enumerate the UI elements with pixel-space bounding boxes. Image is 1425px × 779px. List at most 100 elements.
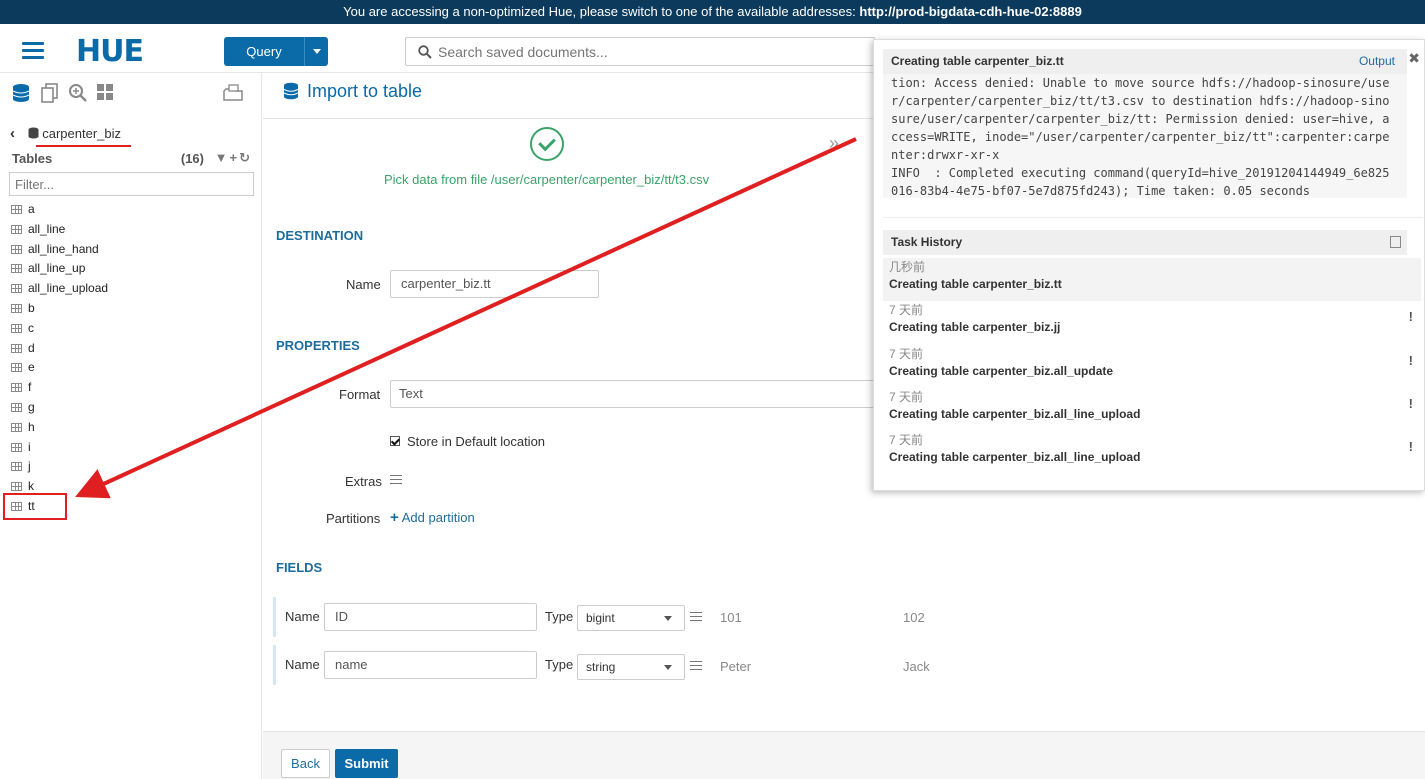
table-icon [11, 422, 22, 432]
query-dropdown-icon[interactable] [304, 37, 328, 66]
table-item[interactable]: a [10, 200, 250, 220]
plus-icon: + [390, 509, 399, 526]
table-item[interactable]: all_line_hand [10, 240, 250, 260]
table-item[interactable]: all_line [10, 220, 250, 240]
warning-icon: ! [1408, 439, 1413, 455]
clear-history-icon[interactable] [1390, 236, 1401, 248]
job-browser-panel: ✖ Creating table carpenter_biz.tt Output… [873, 39, 1425, 491]
task-history-item[interactable]: 几秒前 Creating table carpenter_biz.tt [883, 258, 1421, 301]
step-next-chevron-icon[interactable]: » [829, 133, 839, 154]
tables-filter-input[interactable] [9, 172, 254, 196]
field-name-label: Name [285, 609, 320, 624]
task-time: 7 天前 [889, 389, 924, 404]
table-icon [11, 343, 22, 353]
add-partition-link[interactable]: + Add partition [390, 509, 475, 526]
job-log-output[interactable]: tion: Access denied: Unable to move sour… [883, 74, 1407, 198]
table-icon [11, 205, 22, 214]
hdfs-folder-icon[interactable] [222, 83, 243, 103]
table-item[interactable]: c [10, 319, 250, 339]
log-line: sure/user/carpenter/carpenter_biz/tt: Pe… [891, 112, 1390, 126]
extras-sliders-icon[interactable] [390, 475, 402, 487]
grid-icon[interactable] [96, 83, 116, 103]
left-assist-panel: ‹ carpenter_biz Tables (16) ▼+↻ a all_lin… [0, 73, 262, 779]
tables-label: Tables [12, 151, 53, 166]
task-history-item[interactable]: 7 天前 Creating table carpenter_biz.jj! [883, 301, 1421, 344]
sample-value: 102 [903, 610, 925, 625]
documents-icon[interactable] [40, 83, 60, 103]
table-name: i [28, 439, 31, 454]
job-header: Creating table carpenter_biz.tt Output [883, 49, 1407, 74]
task-history-title: Task History [891, 235, 963, 249]
page-title-text: Import to table [307, 81, 423, 101]
table-icon [11, 264, 22, 274]
task-history-item[interactable]: 7 天前 Creating table carpenter_biz.all_lin… [883, 431, 1421, 474]
table-item[interactable]: e [10, 358, 250, 378]
task-history-item[interactable]: 7 天前 Creating table carpenter_biz.all_lin… [883, 388, 1421, 431]
query-button-label: Query [246, 44, 282, 59]
table-item[interactable]: g [10, 398, 250, 418]
task-name: Creating table carpenter_biz.all_update [889, 363, 1114, 378]
table-name: e [28, 360, 35, 375]
field-type-label: Type [545, 609, 574, 624]
tables-list: a all_line all_line_hand all_line_up all_lin… [10, 200, 250, 517]
task-history-item[interactable]: 7 天前 Creating table carpenter_biz.all_upd… [883, 345, 1421, 388]
hue-logo[interactable]: HUE [76, 34, 144, 69]
search-box[interactable] [405, 37, 875, 66]
submit-button[interactable]: Submit [335, 749, 398, 778]
search-input[interactable] [438, 38, 868, 65]
store-default-checkbox[interactable] [390, 436, 400, 446]
database-icon [283, 82, 299, 100]
close-icon[interactable]: ✖ [1408, 50, 1420, 67]
search-data-icon[interactable] [68, 83, 88, 103]
table-name: g [28, 399, 35, 414]
step-complete-check-icon[interactable] [530, 127, 564, 161]
store-default-label[interactable]: Store in Default location [407, 434, 545, 449]
add-icon[interactable]: + [230, 150, 240, 165]
field-type-select[interactable]: bigint [577, 605, 685, 631]
back-button[interactable]: Back [281, 749, 330, 778]
field-name-input[interactable]: ID [324, 603, 537, 631]
table-item[interactable]: b [10, 299, 250, 319]
destination-name-input[interactable]: carpenter_biz.tt [390, 270, 599, 298]
search-icon [418, 45, 432, 59]
step-1-label[interactable]: Pick data from file /user/carpenter/carp… [384, 172, 709, 187]
table-icon [11, 442, 22, 452]
task-name: Creating table carpenter_biz.all_line_up… [889, 406, 1141, 421]
table-name: d [28, 340, 35, 355]
filter-icon[interactable]: ▼ [215, 150, 230, 165]
table-name: all_line_up [28, 261, 86, 276]
log-line: INFO : Completed executing command(query… [891, 166, 1390, 180]
field-options-sliders-icon[interactable] [690, 612, 702, 624]
table-icon [11, 323, 22, 333]
table-icon [11, 303, 22, 313]
field-name-input[interactable]: name [324, 651, 537, 679]
database-icon[interactable] [12, 83, 32, 103]
field-options-sliders-icon[interactable] [690, 661, 702, 673]
table-item[interactable]: all_line_upload [10, 279, 250, 299]
db-small-icon [28, 127, 39, 139]
table-item[interactable]: j [10, 457, 250, 477]
field-type-select[interactable]: string [577, 654, 685, 680]
table-item[interactable]: f [10, 378, 250, 398]
table-icon [11, 224, 22, 234]
fields-section-title: FIELDS [276, 560, 323, 575]
back-chevron-icon[interactable]: ‹ [10, 125, 24, 142]
destination-name-label: Name [346, 277, 381, 292]
table-item[interactable]: d [10, 339, 250, 359]
page-title: Import to table [283, 81, 422, 102]
database-breadcrumb[interactable]: ‹ carpenter_biz [10, 125, 121, 142]
extras-label: Extras [345, 474, 382, 489]
table-icon [11, 482, 22, 492]
table-icon [11, 402, 22, 412]
task-time: 7 天前 [889, 303, 924, 318]
format-select[interactable]: Text [390, 380, 875, 408]
tables-actions: ▼+↻ [215, 150, 252, 166]
banner-address-link[interactable]: http://prod-bigdata-cdh-hue-02:8889 [859, 4, 1081, 19]
table-item[interactable]: i [10, 438, 250, 458]
table-item[interactable]: all_line_up [10, 259, 250, 279]
hamburger-menu-icon[interactable] [22, 42, 44, 60]
query-button[interactable]: Query [224, 37, 328, 66]
output-link[interactable]: Output [1359, 49, 1395, 74]
table-item[interactable]: h [10, 418, 250, 438]
refresh-icon[interactable]: ↻ [239, 150, 252, 165]
